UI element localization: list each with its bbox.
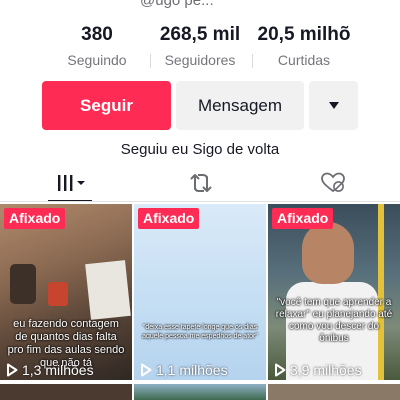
tabs-divider: [0, 201, 400, 202]
tab-liked[interactable]: [312, 166, 354, 200]
profile-header-cut: @ugo pe...: [0, 0, 400, 9]
video-thumbnail-image: [134, 204, 266, 380]
video-thumbnail[interactable]: Afixado "deixa esse tapete longe que os …: [134, 204, 266, 380]
video-thumbnail[interactable]: Afixado "você tem que aprender a relaxar…: [268, 204, 400, 380]
message-button[interactable]: Mensagem: [176, 81, 304, 130]
pinned-badge: Afixado: [4, 208, 66, 229]
thumbnail-object: [85, 260, 131, 320]
stat-likes[interactable]: 20,5 milhõ Curtidas: [254, 24, 354, 68]
video-grid: Afixado eu fazendo contagem de quantos d…: [0, 204, 400, 400]
caret-down-icon: [328, 102, 339, 109]
more-options-button[interactable]: [309, 81, 358, 130]
stat-following-value: 380: [81, 24, 113, 45]
thumbnail-object: [48, 282, 68, 306]
view-count: 1,1 milhões: [140, 362, 228, 378]
grid-icon: [58, 175, 85, 191]
video-caption: "deixa esse tapete longe que os dias aqu…: [142, 324, 258, 340]
view-count: 1,3 milhões: [6, 362, 94, 378]
video-thumbnail[interactable]: Afixado eu fazendo contagem de quantos d…: [0, 204, 132, 380]
stat-divider: [150, 54, 151, 68]
thumbnail-object: [10, 264, 36, 304]
stat-followers[interactable]: 268,5 mil Seguidores: [152, 24, 248, 68]
profile-stats: 380 Seguindo 268,5 mil Seguidores 20,5 m…: [0, 24, 400, 72]
video-thumbnail[interactable]: [134, 384, 266, 400]
tab-videos[interactable]: [50, 166, 92, 200]
view-count-value: 1,3 milhões: [22, 362, 94, 378]
stat-followers-label: Seguidores: [164, 52, 236, 68]
stat-following[interactable]: 380 Seguindo: [58, 24, 136, 68]
video-thumbnail[interactable]: [0, 384, 132, 400]
video-caption: "você tem que aprender a relaxar" eu pla…: [275, 297, 393, 344]
stat-likes-label: Curtidas: [277, 52, 331, 68]
play-icon: [7, 363, 18, 377]
play-icon: [141, 363, 152, 377]
stat-likes-value: 20,5 milhõ: [257, 24, 351, 45]
thumbnail-object: [302, 222, 354, 284]
pinned-badge: Afixado: [272, 208, 334, 229]
play-icon: [275, 363, 286, 377]
profile-handle: @ugo pe...: [140, 0, 214, 9]
video-thumbnail[interactable]: [268, 384, 400, 400]
stat-divider: [252, 54, 253, 68]
repost-icon: [190, 174, 212, 192]
stat-following-label: Seguindo: [67, 52, 127, 68]
stat-followers-value: 268,5 mil: [159, 24, 241, 45]
profile-tabs: [0, 166, 400, 202]
heart-hidden-icon: [321, 172, 345, 193]
view-count: 3,9 milhões: [274, 362, 362, 378]
view-count-value: 1,1 milhões: [156, 362, 228, 378]
thumbnail-object: [378, 204, 384, 380]
follow-button[interactable]: Seguir: [42, 81, 171, 130]
profile-bio: Seguiu eu Sigo de volta: [120, 141, 280, 158]
tab-reposts[interactable]: [180, 166, 222, 200]
view-count-value: 3,9 milhões: [290, 362, 362, 378]
pinned-badge: Afixado: [138, 208, 200, 229]
